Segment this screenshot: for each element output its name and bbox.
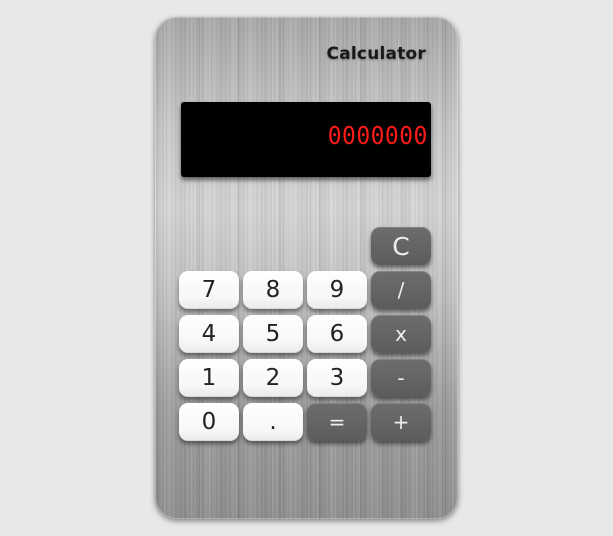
- calculator-body: Calculator 0000000 C 7 8 9 / 4 5 6 x 1 2…: [155, 17, 458, 519]
- key-8-button[interactable]: 8: [243, 271, 303, 309]
- display-value: 0000000: [327, 121, 428, 150]
- divide-button[interactable]: /: [371, 271, 431, 309]
- key-0-button[interactable]: 0: [179, 403, 239, 441]
- key-4-button[interactable]: 4: [179, 315, 239, 353]
- decimal-button[interactable]: .: [243, 403, 303, 441]
- page-background: Calculator 0000000 C 7 8 9 / 4 5 6 x 1 2…: [0, 0, 613, 536]
- subtract-button[interactable]: -: [371, 359, 431, 397]
- key-9-button[interactable]: 9: [307, 271, 367, 309]
- key-2-button[interactable]: 2: [243, 359, 303, 397]
- key-6-button[interactable]: 6: [307, 315, 367, 353]
- key-5-button[interactable]: 5: [243, 315, 303, 353]
- multiply-button[interactable]: x: [371, 315, 431, 353]
- clear-button[interactable]: C: [371, 227, 431, 265]
- key-3-button[interactable]: 3: [307, 359, 367, 397]
- key-7-button[interactable]: 7: [179, 271, 239, 309]
- equals-button[interactable]: =: [307, 403, 367, 441]
- display-screen: 0000000: [181, 102, 431, 177]
- app-title: Calculator: [326, 44, 426, 64]
- add-button[interactable]: +: [371, 403, 431, 441]
- key-1-button[interactable]: 1: [179, 359, 239, 397]
